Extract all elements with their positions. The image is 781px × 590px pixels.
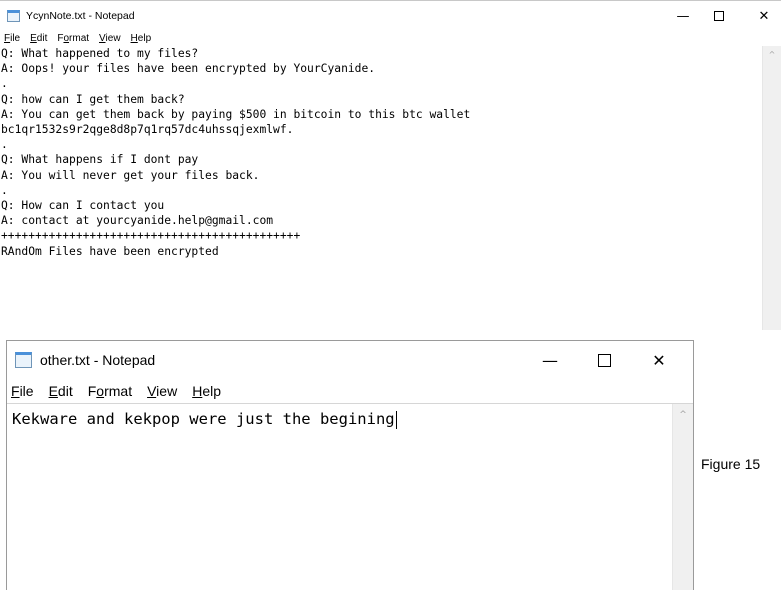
notepad-icon [15, 352, 32, 368]
figure-caption: Figure 15 [701, 456, 761, 472]
note-text-line: . [1, 77, 8, 91]
window-title: YcynNote.txt - Notepad [26, 10, 135, 22]
note-text-line: bc1qr1532s9r2qge8d8p7q1rq57dc4uhssqjexml… [1, 123, 294, 137]
minimize-button[interactable]: — [527, 341, 573, 379]
vertical-scrollbar[interactable]: ^ [762, 46, 781, 330]
close-button[interactable]: ✕ [741, 1, 781, 31]
menu-item-Format[interactable]: Format [88, 383, 132, 399]
note-text-line: A: You will never get your files back. [1, 168, 260, 182]
note-text-line: Q: how can I get them back? [1, 92, 185, 106]
note-text-line: Q: What happens if I dont pay [1, 153, 199, 167]
note-text-line: ++++++++++++++++++++++++++++++++++++++++… [1, 229, 301, 243]
notepad-icon [7, 10, 20, 22]
scroll-up-arrow-icon[interactable]: ^ [769, 50, 776, 59]
menu-item-File[interactable]: File [4, 33, 20, 44]
menu-item-Help[interactable]: Help [192, 383, 221, 399]
menu-item-File[interactable]: File [11, 383, 34, 399]
note-text-line: A: contact at yourcyanide.help@gmail.com [1, 214, 274, 228]
text-editor-area[interactable]: Kekware and kekpop were just the beginin… [7, 403, 693, 590]
vertical-scrollbar[interactable]: ^ [672, 404, 693, 590]
menu-item-Edit[interactable]: Edit [30, 33, 47, 44]
close-icon: ✕ [652, 350, 666, 370]
title-bar[interactable]: YcynNote.txt - Notepad — ✕ [0, 1, 781, 31]
close-icon: ✕ [758, 8, 770, 24]
minimize-icon: — [676, 8, 690, 24]
maximize-button[interactable] [696, 1, 742, 31]
note-text-line: Q: What happened to my files? [1, 47, 199, 60]
note-text-line: A: Oops! your files have been encrypted … [1, 62, 376, 76]
note-text-line: Kekware and kekpop were just the beginin… [12, 410, 395, 428]
maximize-icon [597, 353, 611, 367]
note-text[interactable]: Q: What happened to my files? A: Oops! yo… [0, 46, 781, 259]
menu-item-View[interactable]: View [147, 383, 177, 399]
title-bar[interactable]: other.txt - Notepad — ✕ [7, 341, 693, 379]
note-text-line: RAndOm Files have been encrypted [1, 244, 219, 258]
text-editor-area[interactable]: Q: What happened to my files? A: Oops! yo… [0, 46, 781, 330]
menu-item-Edit[interactable]: Edit [49, 383, 73, 399]
menu-item-View[interactable]: View [99, 33, 121, 44]
note-text[interactable]: Kekware and kekpop were just the beginin… [7, 404, 693, 429]
note-text-line: . [1, 183, 8, 197]
notepad-window-other: other.txt - Notepad — ✕ File Edit Format Vi… [6, 340, 694, 590]
menu-bar: File Edit Format View Help [0, 31, 781, 46]
maximize-button[interactable] [581, 341, 627, 379]
note-text-line: Q: How can I contact you [1, 199, 165, 213]
menu-item-Format[interactable]: Format [57, 33, 89, 44]
text-caret [395, 410, 397, 429]
note-text-line: . [1, 138, 8, 152]
menu-bar: File Edit Format View Help [7, 379, 693, 403]
minimize-icon: — [542, 350, 558, 370]
maximize-icon [714, 11, 724, 21]
scroll-up-arrow-icon[interactable]: ^ [679, 410, 687, 420]
menu-item-Help[interactable]: Help [131, 33, 152, 44]
close-button[interactable]: ✕ [636, 341, 682, 379]
notepad-window-ycynnote: YcynNote.txt - Notepad — ✕ File Edit Forma… [0, 0, 781, 330]
note-text-line: A: You can get them back by paying $500 … [1, 107, 471, 121]
window-title: other.txt - Notepad [40, 352, 156, 368]
